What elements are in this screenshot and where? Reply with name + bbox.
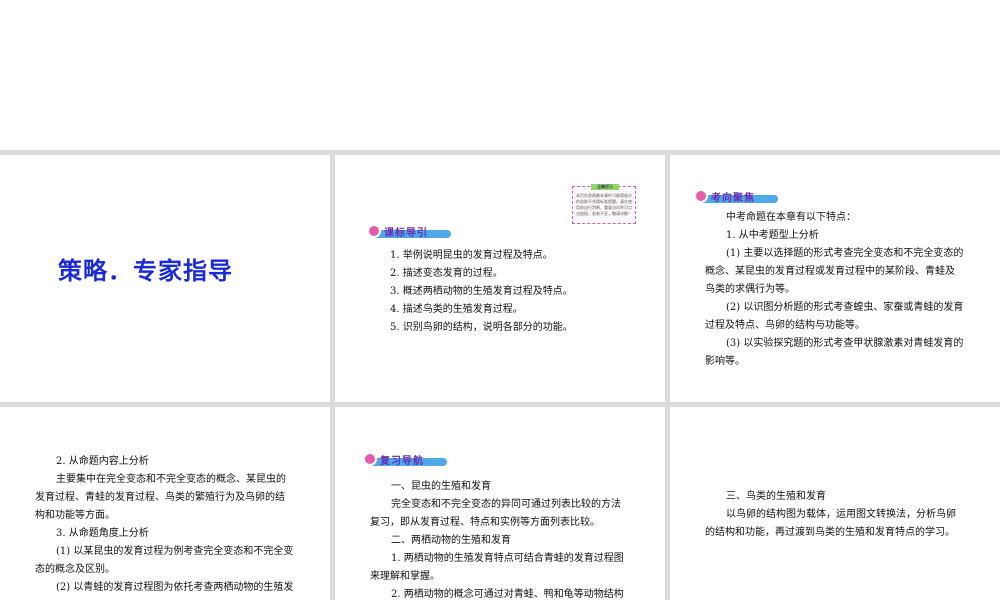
text-line: (2) 以识图分析题的形式考查蝗虫、家蚕或青蛙的发育 — [726, 302, 964, 313]
slide-thumbnail-3[interactable]: 考向聚焦 中考命题在本章有以下特点： 1. 从中考题型上分析 (1) 主要以选择… — [670, 155, 1000, 402]
text-line: 复习，即从发育过程、特点和实例等方面列表比较。 — [370, 517, 600, 528]
slide-thumbnail-2[interactable]: 温馨提示 本页信息随着本课件可能随部分的选取不合理标准提醒。请在使用前自行判断，… — [335, 155, 665, 402]
list-item: 2. 描述变态发育的过程。 — [390, 268, 503, 279]
text-line: 完全变态和不完全变态的异同可通过列表比较的方法 — [391, 499, 621, 510]
section-badge: 复习导航 — [363, 450, 447, 468]
section-badge: 考向聚焦 — [694, 187, 778, 205]
slide-thumbnail-5[interactable]: 复习导航 一、昆虫的生殖和发育 完全变态和不完全变态的异同可通过列表比较的方法 … — [335, 407, 665, 600]
text-line: 发育过程、青蛙的发育过程、鸟类的繁殖行为及鸟卵的结 — [35, 492, 285, 503]
body-text: 三、鸟类的生殖和发育 以鸟卵的结构图为载体，运用图文转换法，分析鸟卵 的结构和功… — [705, 488, 956, 542]
text-line: 2. 两栖动物的概念可通过对青蛙、鸭和龟等动物结构 — [391, 589, 624, 600]
tip-box: 温馨提示 本页信息随着本课件可能随部分的选取不合理标准提醒。请在使用前自行判断，… — [572, 184, 636, 224]
text-line: 中考命题在本章有以下特点： — [726, 212, 856, 223]
slide-thumbnail-1[interactable]: 策略．专家指导 — [0, 155, 330, 402]
slide-thumbnail-6[interactable]: 三、鸟类的生殖和发育 以鸟卵的结构图为载体，运用图文转换法，分析鸟卵 的结构和功… — [670, 407, 1000, 600]
list-item: 1. 举例说明昆虫的发育过程及特点。 — [390, 250, 553, 261]
tip-body: 本页信息随着本课件可能随部分的选取不合理标准提醒。请在使用前自行判断，重复访问并… — [576, 193, 632, 216]
text-line: (1) 主要以选择题的形式考查完全变态和不完全变态的 — [726, 248, 964, 259]
text-line: (2) 以青蛙的发育过程图为依托考查两栖动物的生殖发 — [56, 582, 294, 593]
text-line: 过程及特点、鸟卵的结构与功能等。 — [705, 320, 865, 331]
tip-title: 温馨提示 — [591, 184, 619, 190]
text-line: 三、鸟类的生殖和发育 — [726, 491, 826, 502]
slide-thumbnail-4[interactable]: 2. 从命题内容上分析 主要集中在完全变态和不完全变态的概念、某昆虫的 发育过程… — [0, 407, 330, 600]
list-item: 5. 识别鸟卵的结构，说明各部分的功能。 — [390, 322, 573, 333]
text-line: (1) 以某昆虫的发育过程为例考查完全变态和不完全变 — [56, 546, 294, 557]
badge-circle-icon — [694, 189, 708, 203]
text-line: 影响等。 — [705, 356, 745, 367]
badge-label: 复习导航 — [380, 455, 424, 467]
text-line: 态的概念及区别。 — [35, 564, 115, 575]
body-text: 中考命题在本章有以下特点： 1. 从中考题型上分析 (1) 主要以选择题的形式考… — [705, 209, 963, 371]
text-line: (3) 以实验探究题的形式考查甲状腺激素对青蛙发育的 — [726, 338, 964, 349]
text-line: 以鸟卵的结构图为载体，运用图文转换法，分析鸟卵 — [726, 509, 956, 520]
text-line: 3. 从命题角度上分析 — [56, 528, 149, 539]
text-line: 来理解和掌握。 — [370, 571, 440, 582]
text-line: 1. 从中考题型上分析 — [726, 230, 819, 241]
text-line: 一、昆虫的生殖和发育 — [391, 481, 491, 492]
badge-label: 课标导引 — [384, 227, 428, 239]
body-text: 2. 从命题内容上分析 主要集中在完全变态和不完全变态的概念、某昆虫的 发育过程… — [35, 453, 293, 597]
text-line: 概念、某昆虫的发育过程或发育过程中的某阶段、青蛙及 — [705, 266, 955, 277]
blank-area — [0, 0, 1000, 150]
badge-circle-icon — [363, 452, 377, 466]
badge-circle-icon — [367, 224, 381, 238]
body-text: 一、昆虫的生殖和发育 完全变态和不完全变态的异同可通过列表比较的方法 复习，即从… — [370, 478, 624, 600]
badge-label: 考向聚焦 — [711, 192, 755, 204]
text-line: 构和功能等方面。 — [35, 510, 115, 521]
text-line: 二、两栖动物的生殖和发育 — [391, 535, 511, 546]
slide-title: 策略．专家指导 — [58, 257, 233, 285]
section-badge: 课标导引 — [367, 222, 451, 240]
list-item: 3. 概述两栖动物的生殖发育过程及特点。 — [390, 286, 573, 297]
text-line: 的结构和功能，再过渡到鸟类的生殖和发育特点的学习。 — [705, 527, 955, 538]
text-line: 1. 两栖动物的生殖发育特点可结合青蛙的发育过程图 — [391, 553, 624, 564]
objective-list: 1. 举例说明昆虫的发育过程及特点。 2. 描述变态发育的过程。 3. 概述两栖… — [390, 247, 573, 337]
text-line: 主要集中在完全变态和不完全变态的概念、某昆虫的 — [56, 474, 286, 485]
list-item: 4. 描述鸟类的生殖发育过程。 — [390, 304, 523, 315]
text-line: 2. 从命题内容上分析 — [56, 456, 149, 467]
text-line: 鸟类的求偶行为等。 — [705, 284, 795, 295]
